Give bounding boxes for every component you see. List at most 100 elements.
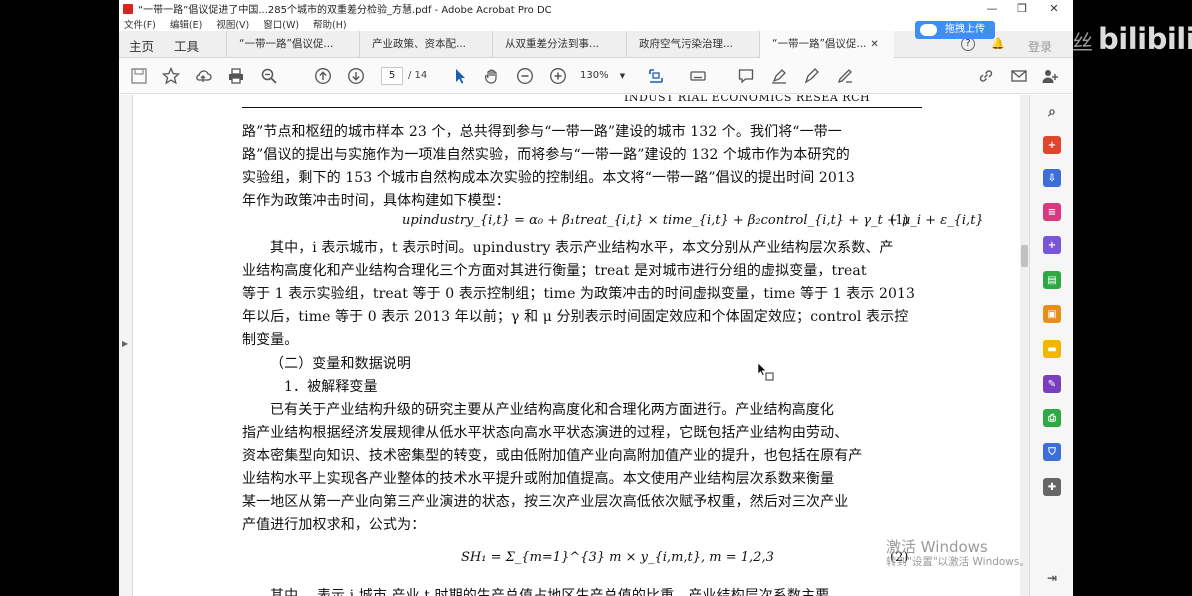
- menu-view[interactable]: 视图(V): [216, 17, 249, 31]
- body-line: 资本密集型向知识、技术密集型的转变，或由低附加值产业向高附加值产业的提升，也包括…: [242, 448, 863, 464]
- bilibili-logo: bilibili: [1098, 22, 1192, 56]
- menu-edit[interactable]: 编辑(E): [170, 17, 202, 31]
- protect-icon[interactable]: ⛉: [1043, 443, 1061, 461]
- highlight-pen-icon[interactable]: [769, 66, 789, 86]
- body-line: 指产业结构根据经济发展规律从低水平状态向高水平状态演进的过程，它既包括产业结构由…: [242, 425, 849, 441]
- body-line: 其中，i 表示城市，t 表示时间。upindustry 表示产业结构水平，本文分…: [270, 240, 894, 256]
- zoom-in-icon[interactable]: [548, 66, 568, 86]
- zoom-level: 130%: [580, 70, 609, 81]
- left-panel-collapsed[interactable]: ▶: [119, 95, 133, 596]
- maximize-button[interactable]: ❐: [1007, 0, 1037, 17]
- tab-tools[interactable]: 工具: [174, 36, 199, 55]
- menu-window[interactable]: 窗口(W): [263, 17, 299, 31]
- create-pdf-icon[interactable]: +: [1043, 136, 1061, 154]
- header-rule: [242, 107, 922, 108]
- body-line: 年以后，time 等于 0 表示 2013 年以前；γ 和 μ 分别表示时间固定…: [242, 309, 909, 325]
- tab-home[interactable]: 主页: [129, 36, 154, 55]
- upload-button-label: 拖拽上传: [945, 24, 985, 35]
- menu-help[interactable]: 帮助(H): [313, 17, 347, 31]
- menu-file[interactable]: 文件(F): [124, 17, 156, 31]
- title-bar: “一带一路”倡议促进了中国...285个城市的双重差分检验_方慧.pdf - A…: [119, 0, 1073, 17]
- add-user-icon[interactable]: [1040, 66, 1060, 86]
- pdf-page: INDUST RIAL ECONOMICS RESEA RCH 路”节点和枢纽的…: [134, 95, 1020, 596]
- organize-pages-icon[interactable]: ▤: [1043, 271, 1061, 289]
- comment-panel-icon[interactable]: ▬: [1043, 340, 1061, 358]
- fill-sign-icon[interactable]: [835, 66, 855, 86]
- collapse-panel-icon[interactable]: ⇥: [1043, 569, 1061, 587]
- document-tab-label: 产业政策、资本配...: [372, 38, 467, 50]
- draw-tool-icon[interactable]: [802, 66, 822, 86]
- print-production-icon[interactable]: ⎙: [1043, 409, 1061, 427]
- zoom-level-select[interactable]: 130% ▼: [580, 67, 628, 85]
- body-line: 某一地区从第一产业向第三产业演进的状态，按三次产业层次高低依次赋予权重，然后对三…: [242, 494, 849, 510]
- mouse-cursor-icon: [757, 362, 774, 381]
- keyboard-icon[interactable]: [688, 66, 708, 86]
- close-window-button[interactable]: ✕: [1039, 0, 1069, 17]
- body-line: 路”节点和枢纽的城市样本 23 个，总共得到参与“一带一路”建设的城市 132 …: [242, 124, 842, 140]
- document-tab[interactable]: 产业政策、资本配...: [359, 31, 492, 58]
- link-icon[interactable]: [976, 66, 996, 86]
- scrollbar-thumb[interactable]: [1021, 245, 1028, 267]
- expand-left-panel-icon[interactable]: ▶: [122, 339, 128, 348]
- help-icon[interactable]: ?: [961, 37, 975, 51]
- document-tab-label: “一带一路”倡议促...: [772, 38, 867, 50]
- toolbar: 5 / 14 130% ▼: [119, 58, 1073, 94]
- page-number-input[interactable]: 5: [381, 67, 403, 85]
- body-line: 实验组，剩下的 153 个城市自然构成本次实验的控制组。本文将“一带一路”倡议的…: [242, 170, 855, 186]
- edit-pdf-icon[interactable]: ≡: [1043, 203, 1061, 221]
- export-pdf-icon[interactable]: ⇩: [1043, 169, 1061, 187]
- body-line-cutoff: 其中， 表示 i 城市 产业 t 时期的生产总值占地区生产总值的比重，产业结构层…: [270, 588, 830, 596]
- cloud-icon: [920, 24, 937, 36]
- document-tab[interactable]: “一带一路”倡议促...: [226, 31, 359, 58]
- equation-2: SH₁ = Σ_{m=1}^{3} m × y_{i,m,t}, m = 1,2…: [461, 550, 774, 565]
- running-head: INDUST RIAL ECONOMICS RESEA RCH: [624, 95, 871, 104]
- previous-page-icon[interactable]: [313, 66, 333, 86]
- email-icon[interactable]: [1009, 66, 1029, 86]
- login-link[interactable]: 登录: [1028, 38, 1052, 55]
- body-line: 业结构水平上实现各产业整体的技术水平提升或附加值提高。本文使用产业结构层次系数来…: [242, 471, 835, 487]
- body-line: 已有关于产业结构升级的研究主要从产业结构高度化和合理化两方面进行。产业结构高度化: [270, 402, 834, 418]
- cloud-upload-icon[interactable]: [193, 66, 213, 86]
- next-page-icon[interactable]: [346, 66, 366, 86]
- right-tools-panel: ⌕ + ⇩ ≡ + ▤ ▣ ▬ ✎ ⎙ ⛉ ✚ ⇥: [1029, 95, 1073, 596]
- document-tab[interactable]: 从双重差分法到事...: [492, 31, 626, 58]
- print-icon[interactable]: [226, 66, 246, 86]
- body-line: 年作为政策冲击时间，具体构建如下模型：: [242, 193, 510, 209]
- page-total: / 14: [408, 70, 428, 81]
- acrobat-app-icon: [123, 3, 133, 14]
- document-tab-active[interactable]: “一带一路”倡议促... ✕: [759, 31, 894, 58]
- body-line: 等于 1 表示实验组，treat 等于 0 表示控制组；time 为政策冲击的时…: [242, 286, 916, 302]
- save-icon[interactable]: [129, 66, 149, 86]
- equation-1-number: (1): [890, 213, 909, 228]
- vertical-scrollbar[interactable]: [1020, 95, 1029, 596]
- minimize-button[interactable]: —: [977, 0, 1007, 17]
- section-heading: （二）变量和数据说明: [270, 356, 411, 372]
- body-line: 制变量。: [242, 332, 299, 348]
- document-tab[interactable]: 政府空气污染治理...: [626, 31, 759, 58]
- zoom-search-icon[interactable]: [259, 66, 279, 86]
- fill-sign-panel-icon[interactable]: ✎: [1043, 375, 1061, 393]
- subsection-heading: 1．被解释变量: [284, 379, 378, 395]
- zoom-out-icon[interactable]: [515, 66, 535, 86]
- star-icon[interactable]: [161, 66, 181, 86]
- document-tab-label: “一带一路”倡议促...: [239, 38, 334, 50]
- select-cursor-icon[interactable]: [450, 66, 470, 86]
- body-line: 业结构高度化和产业结构合理化三个方面对其进行衡量；treat 是对城市进行分组的…: [242, 263, 867, 279]
- search-icon[interactable]: ⌕: [1043, 103, 1061, 121]
- combine-files-icon[interactable]: +: [1043, 236, 1061, 254]
- comment-icon[interactable]: [736, 66, 756, 86]
- activation-watermark-subtitle: 转到"设置"以激活 Windows。: [886, 556, 1030, 568]
- document-view[interactable]: INDUST RIAL ECONOMICS RESEA RCH 路”节点和枢纽的…: [134, 95, 1020, 596]
- document-tab-label: 从双重差分法到事...: [505, 38, 600, 50]
- more-tools-icon[interactable]: ✚: [1043, 478, 1061, 496]
- close-tab-icon[interactable]: ✕: [870, 39, 878, 50]
- upload-button[interactable]: 拖拽上传: [915, 21, 995, 39]
- acrobat-window: “一带一路”倡议促进了中国...285个城市的双重差分检验_方慧.pdf - A…: [119, 0, 1073, 596]
- enhance-scan-icon[interactable]: ▣: [1043, 305, 1061, 323]
- hand-tool-icon[interactable]: [482, 66, 502, 86]
- brand-prefix: 丝: [1072, 31, 1093, 55]
- notification-bell-icon[interactable]: 🔔: [991, 37, 1005, 50]
- body-line: 路”倡议的提出与实施作为一项准自然实验，而将参与“一带一路”建设的 132 个城…: [242, 147, 850, 163]
- document-tab-label: 政府空气污染治理...: [639, 38, 734, 50]
- fit-page-icon[interactable]: [646, 66, 666, 86]
